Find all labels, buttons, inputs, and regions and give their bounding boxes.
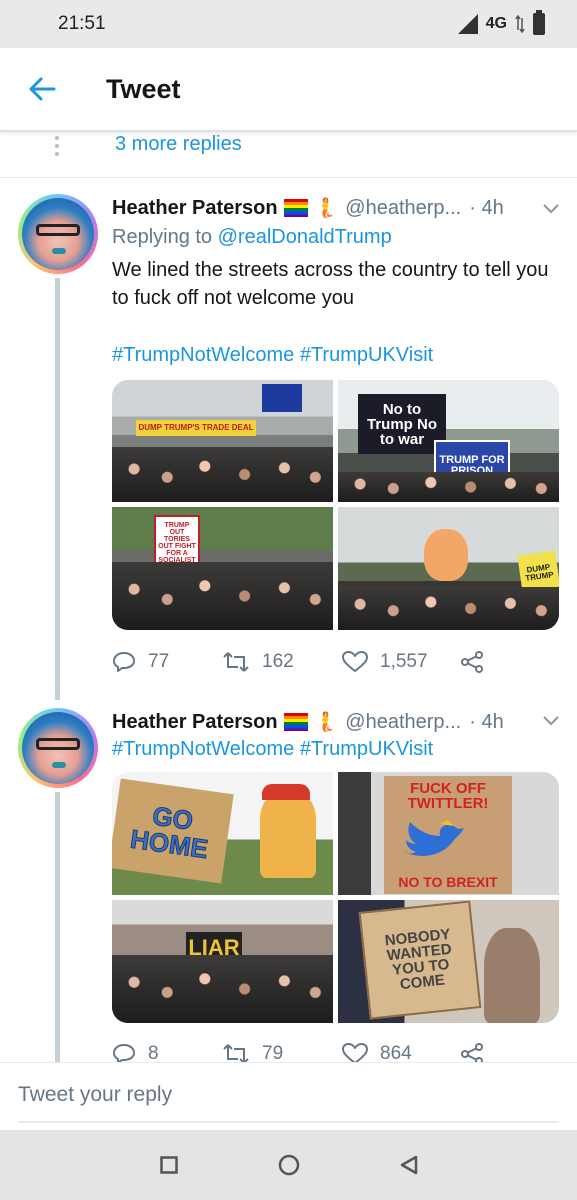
reply-count: 77 <box>148 651 170 672</box>
photo-3[interactable]: TRUMP OUT TORIES OUT FIGHT FOR A SOCIALI… <box>112 507 333 630</box>
page-title: Tweet <box>106 73 181 104</box>
tweet-header: Heather Paterson 🧜 @heatherp... · 4h <box>112 196 504 220</box>
status-time: 21:51 <box>58 13 106 34</box>
retweet-button[interactable]: 79 <box>222 1043 342 1062</box>
trump-baby-balloon <box>424 529 468 581</box>
reply-icon <box>113 652 135 672</box>
tweet-hashtags[interactable]: #TrumpNotWelcome #TrumpUKVisit <box>112 738 433 761</box>
like-button[interactable]: 864 <box>342 1043 460 1062</box>
chevron-down-icon[interactable] <box>542 200 560 218</box>
signal-icon <box>457 14 478 34</box>
home-icon[interactable] <box>278 1154 300 1176</box>
rainbow-flag-icon <box>283 713 308 731</box>
replying-to-link[interactable]: @realDonaldTrump <box>218 226 392 248</box>
chevron-down-icon[interactable] <box>542 712 560 730</box>
status-bar: 21:51 4G <box>0 0 577 48</box>
tweet-time: · 4h <box>469 710 504 733</box>
share-button[interactable] <box>460 1042 484 1062</box>
tweet-actions: 77 162 1,557 <box>112 650 552 674</box>
tweet-time: · 4h <box>469 196 504 219</box>
photo-sign: FUCK OFF TWITTLER! <box>384 776 512 816</box>
tweet-actions: 8 79 864 <box>112 1042 552 1062</box>
protester <box>484 928 540 1023</box>
like-button[interactable]: 1,557 <box>342 651 460 673</box>
rainbow-flag-icon <box>283 199 308 217</box>
thread-line <box>55 278 60 700</box>
share-icon <box>461 1043 483 1062</box>
reply-input[interactable]: Tweet your reply <box>18 1083 172 1107</box>
reply-composer[interactable]: Tweet your reply <box>0 1062 577 1130</box>
photo-4[interactable]: NOBODY WANTED YOU TO COME <box>338 900 559 1023</box>
photo-1[interactable]: GO HOME <box>112 772 333 895</box>
retweet-icon <box>223 1044 249 1062</box>
author-handle[interactable]: @heatherp... <box>345 711 461 734</box>
media-grid[interactable]: GO HOME FUCK OFF TWITTLER! NO TO BREXIT … <box>112 772 559 1023</box>
top-app-bar: Tweet <box>0 48 577 132</box>
photo-2[interactable]: FUCK OFF TWITTLER! NO TO BREXIT <box>338 772 559 895</box>
sign-board <box>384 816 512 870</box>
replying-to: Replying to @realDonaldTrump <box>112 226 392 249</box>
photo-sign: DUMP TRUMP'S TRADE DEAL <box>136 420 256 436</box>
status-icons: 4G <box>457 10 545 35</box>
tweet-hashtags[interactable]: #TrumpNotWelcome #TrumpUKVisit <box>112 344 433 367</box>
heart-icon <box>342 1043 368 1062</box>
share-button[interactable] <box>460 650 484 674</box>
tweet-header: Heather Paterson 🧜 @heatherp... · 4h <box>112 710 504 734</box>
twitter-bird-icon <box>402 820 464 856</box>
mermaid-icon: 🧜 <box>313 712 338 733</box>
eu-flag <box>262 384 302 412</box>
avatar[interactable] <box>18 194 98 274</box>
author-name[interactable]: Heather Paterson <box>112 197 278 220</box>
retweet-count: 79 <box>262 1043 284 1062</box>
heart-icon <box>342 651 368 672</box>
photo-sign: NOBODY WANTED YOU TO COME <box>358 900 482 1020</box>
reply-icon <box>113 1044 135 1062</box>
replying-prefix: Replying to <box>112 226 218 248</box>
red-hat <box>262 784 310 800</box>
thread-line <box>55 792 60 1062</box>
photo-2[interactable]: No to Trump No to war TRUMP FOR PRISON <box>338 380 559 502</box>
author-name[interactable]: Heather Paterson <box>112 711 278 734</box>
avatar[interactable] <box>18 708 98 788</box>
author-handle[interactable]: @heatherp... <box>345 197 461 220</box>
photo-4[interactable]: DUMP TRUMP <box>338 507 559 630</box>
more-replies-link[interactable]: 3 more replies <box>115 132 242 156</box>
reply-input-underline <box>18 1121 559 1123</box>
thread-dots-icon <box>55 136 59 156</box>
data-transfer-icon <box>515 14 525 34</box>
photo-sign-secondary: NO TO BREXIT <box>384 870 512 894</box>
back-nav-icon[interactable] <box>398 1154 420 1176</box>
battery-icon <box>533 10 545 35</box>
trump-effigy <box>260 794 316 878</box>
system-nav-bar <box>0 1130 577 1200</box>
recents-icon[interactable] <box>158 1154 180 1176</box>
like-count: 1,557 <box>380 651 428 672</box>
network-type: 4G <box>485 15 507 32</box>
photo-sign: GO HOME <box>112 778 234 884</box>
retweet-icon <box>223 652 249 672</box>
retweet-button[interactable]: 162 <box>222 651 342 673</box>
back-arrow-icon[interactable] <box>22 69 62 109</box>
photo-3[interactable]: LIAR <box>112 900 333 1023</box>
tweet-card[interactable]: Heather Paterson 🧜 @heatherp... · 4h #Tr… <box>0 700 577 1062</box>
reply-button[interactable]: 8 <box>112 1043 222 1062</box>
media-grid[interactable]: DUMP TRUMP'S TRADE DEAL No to Trump No t… <box>112 380 559 630</box>
tweet-text: We lined the streets across the country … <box>112 259 549 309</box>
tweet-card[interactable]: Heather Paterson 🧜 @heatherp... · 4h Rep… <box>0 180 577 700</box>
reply-button[interactable]: 77 <box>112 651 222 673</box>
share-icon <box>461 651 483 673</box>
more-replies-row[interactable]: 3 more replies <box>0 132 577 178</box>
photo-1[interactable]: DUMP TRUMP'S TRADE DEAL <box>112 380 333 502</box>
retweet-count: 162 <box>262 651 294 672</box>
mermaid-icon: 🧜 <box>313 198 338 219</box>
like-count: 864 <box>380 1043 412 1062</box>
reply-count: 8 <box>148 1043 159 1062</box>
photo-sign: No to Trump No to war <box>358 394 446 454</box>
